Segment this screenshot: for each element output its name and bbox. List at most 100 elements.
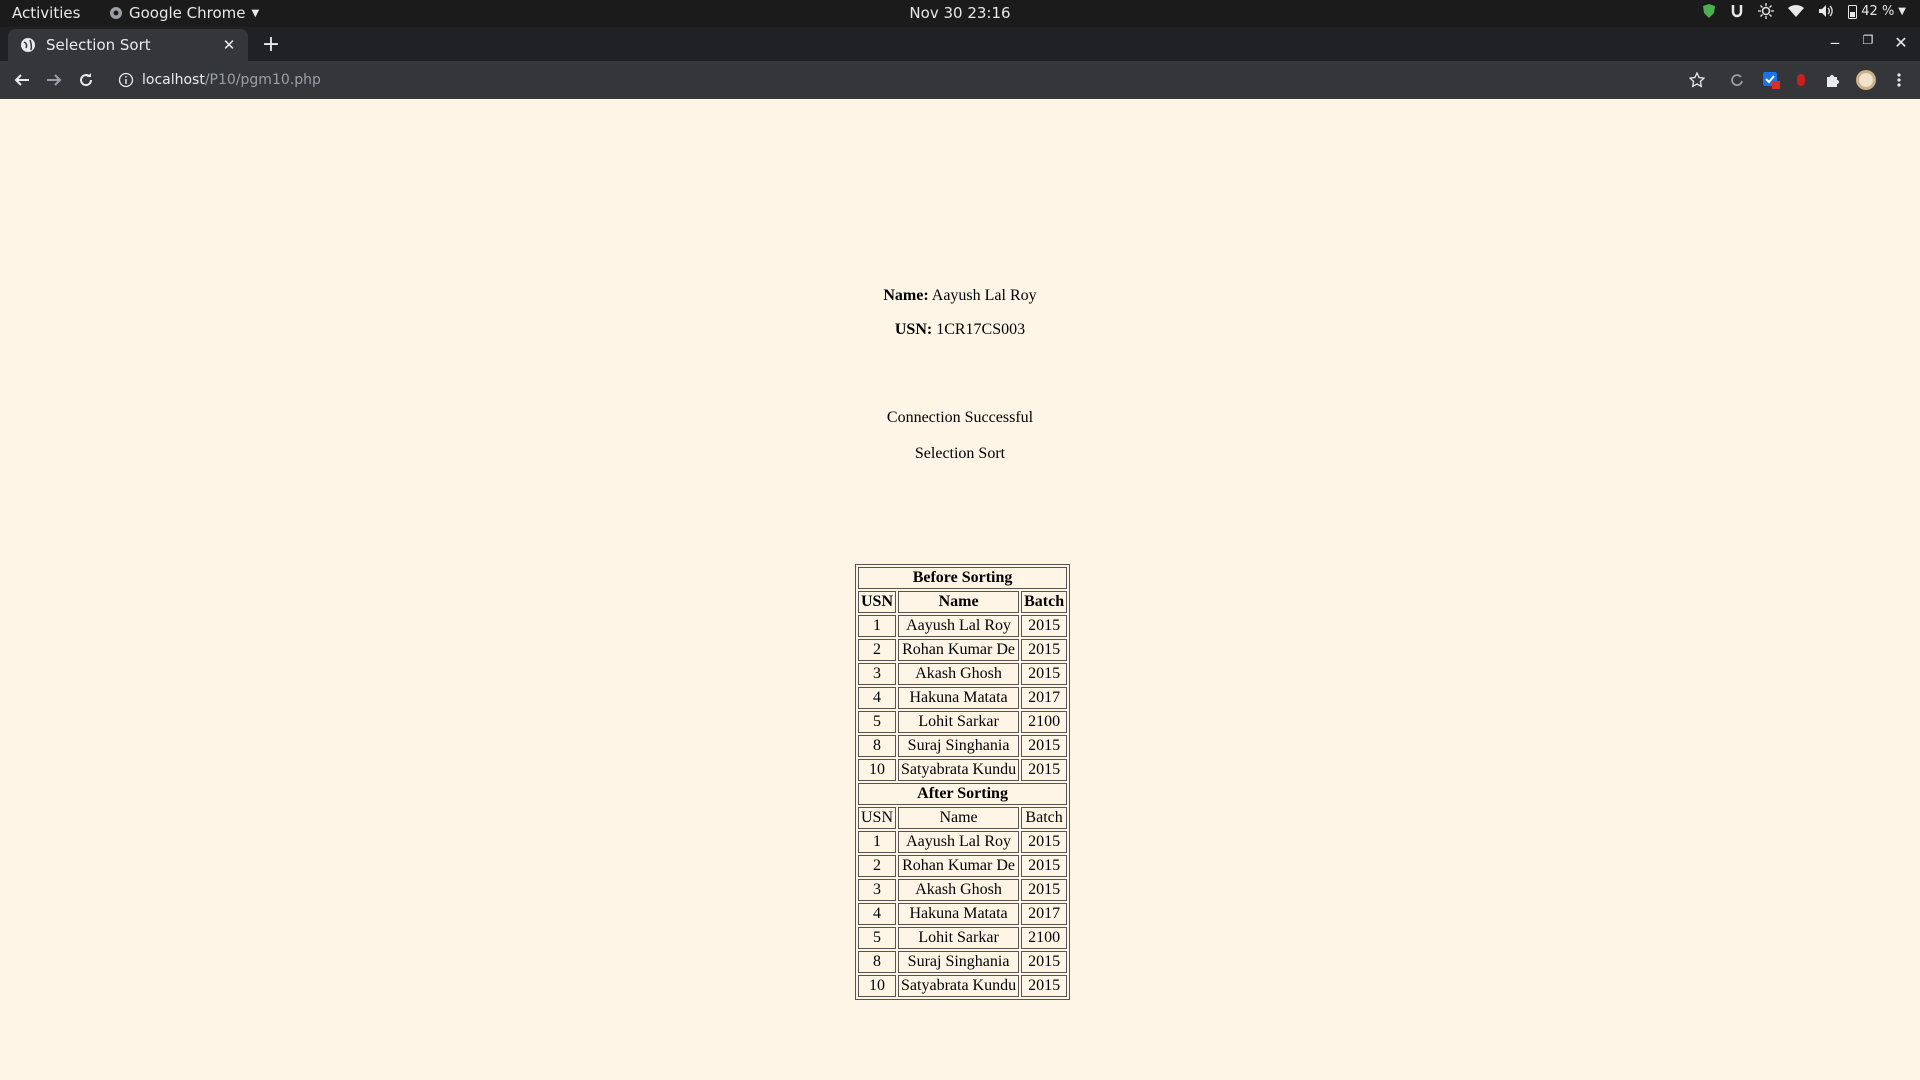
globe-icon [21,38,35,52]
minimize-button[interactable]: ‒ [1824,33,1846,55]
bookmark-star-button[interactable] [1686,69,1708,91]
address-bar[interactable]: localhost/P10/pgm10.php [110,65,1690,95]
usn-cell: 2 [858,855,897,877]
extension-checkbox-button[interactable] [1760,69,1782,91]
batch-cell: 2100 [1021,927,1068,949]
table-row: 10 Satyabrata Kundu 2015 [858,975,1068,997]
table-row: 5 Lohit Sarkar 2100 [858,711,1068,733]
name-cell: Lohit Sarkar [898,927,1020,949]
batch-cell: 2015 [1021,831,1068,853]
name-cell: Akash Ghosh [898,663,1020,685]
extension-mouse-button[interactable] [1790,69,1812,91]
battery-percent: 42 % [1861,3,1895,19]
table-row: 4 Hakuna Matata 2017 [858,687,1068,709]
puzzle-icon [1827,75,1839,87]
batch-cell: 2015 [1021,663,1068,685]
student-name-line: Name: Aayush Lal Roy [0,287,1920,305]
name-label: Name: [883,287,929,304]
batch-cell: 2017 [1021,903,1068,925]
extensions-button[interactable] [1822,69,1844,91]
system-tray[interactable]: 42 % ▼ [1702,3,1906,19]
table-row: 1 Aayush Lal Roy 2015 [858,831,1068,853]
column-header-name: Name [898,591,1020,613]
star-icon [1689,72,1705,88]
student-usn-line: USN: 1CR17CS003 [0,321,1920,339]
table-row: 5 Lohit Sarkar 2100 [858,927,1068,949]
tab-selection-sort[interactable]: Selection Sort ✕ [8,29,248,61]
reload-button[interactable] [74,68,98,92]
chrome-menu-button[interactable] [1888,69,1910,91]
url-path: /P10/pgm10.php [204,72,321,88]
page-content: Name: Aayush Lal Roy USN: 1CR17CS003 Con… [0,99,1920,1080]
name-cell: Suraj Singhania [898,735,1020,757]
arrow-left-icon [14,74,29,86]
name-cell: Aayush Lal Roy [898,831,1020,853]
usn-cell: 3 [858,663,897,685]
usn-cell: 5 [858,927,897,949]
after-sorting-heading: After Sorting [858,783,1068,805]
usn-cell: 10 [858,759,897,781]
usn-cell: 8 [858,951,897,973]
name-cell: Lohit Sarkar [898,711,1020,733]
back-button[interactable] [10,68,34,92]
name-cell: Aayush Lal Roy [898,615,1020,637]
usn-cell: 1 [858,615,897,637]
usn-value: 1CR17CS003 [932,321,1026,338]
kebab-menu-icon [1897,73,1901,87]
batch-cell: 2015 [1021,975,1068,997]
chevron-down-icon: ▼ [251,7,260,19]
close-window-button[interactable]: ✕ [1890,33,1912,55]
app-menu[interactable]: Google Chrome ▼ [109,4,259,22]
profile-avatar[interactable] [1855,69,1877,91]
name-cell: Rohan Kumar De [898,855,1020,877]
table-row: 8 Suraj Singhania 2015 [858,951,1068,973]
name-cell: Satyabrata Kundu [898,975,1020,997]
usn-cell: 2 [858,639,897,661]
usn-cell: 5 [858,711,897,733]
new-tab-button[interactable]: + [258,32,284,58]
student-table: Before Sorting USN Name Batch 1 Aayush La… [855,564,1071,1000]
tab-title: Selection Sort [46,36,151,54]
activities-button[interactable]: Activities [12,4,80,22]
close-tab-icon[interactable]: ✕ [218,34,240,56]
extension-refresh-button[interactable] [1726,69,1748,91]
batch-cell: 2015 [1021,639,1068,661]
table-row: 2 Rohan Kumar De 2015 [858,639,1068,661]
name-cell: Satyabrata Kundu [898,759,1020,781]
table-row: 8 Suraj Singhania 2015 [858,735,1068,757]
info-icon[interactable] [118,72,134,88]
volume-icon [1819,5,1834,17]
restore-button[interactable]: ❐ [1857,33,1879,55]
table-row: 10 Satyabrata Kundu 2015 [858,759,1068,781]
usn-cell: 3 [858,879,897,901]
batch-cell: 2100 [1021,711,1068,733]
forward-button[interactable] [42,68,66,92]
avatar-icon [1856,70,1876,90]
refresh-extension-icon [1731,74,1743,86]
battery-indicator: 42 % ▼ [1848,4,1906,19]
column-header-usn: USN [858,807,897,829]
browser-toolbar: localhost/P10/pgm10.php [0,61,1920,99]
name-cell: Hakuna Matata [898,687,1020,709]
before-sorting-heading: Before Sorting [858,567,1068,589]
usn-cell: 10 [858,975,897,997]
batch-cell: 2015 [1021,879,1068,901]
name-cell: Suraj Singhania [898,951,1020,973]
column-header-batch: Batch [1021,591,1068,613]
arrow-right-icon [47,74,62,86]
mouse-extension-icon [1797,74,1805,86]
brightness-icon [1758,3,1775,19]
name-cell: Rohan Kumar De [898,639,1020,661]
table-row: 3 Akash Ghosh 2015 [858,663,1068,685]
clock[interactable]: Nov 30 23:16 [909,4,1010,22]
magnet-icon [1732,5,1743,18]
shield-icon [1703,4,1716,18]
batch-cell: 2015 [1021,855,1068,877]
table-caption: Selection Sort [914,445,1006,462]
table-row: 1 Aayush Lal Roy 2015 [858,615,1068,637]
table-row: 3 Akash Ghosh 2015 [858,879,1068,901]
usn-label: USN: [894,321,933,338]
app-menu-label: Google Chrome [129,4,246,22]
batch-cell: 2015 [1021,735,1068,757]
batch-cell: 2015 [1021,759,1068,781]
